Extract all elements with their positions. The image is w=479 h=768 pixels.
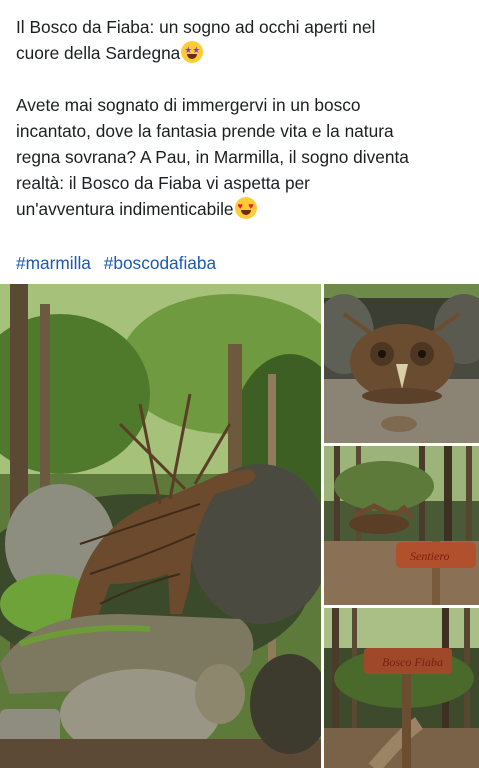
trail-sign-lettering: Bosco Fiaba (382, 655, 443, 669)
post-body-line-5: un'avventura indimenticabile ♥ ♥ (16, 196, 468, 222)
forest-trail-image-icon: Bosco Fiaba (324, 608, 479, 768)
hashtag-marmilla-link[interactable]: #marmilla (16, 253, 91, 273)
post-title-line-2: cuore della Sardegna ★ ★ (16, 40, 468, 66)
star-struck-emoji-icon: ★ ★ (181, 41, 204, 63)
photo-forest-sign-2[interactable]: Bosco Fiaba (324, 608, 479, 768)
hashtag-boscodafiaba-link[interactable]: #boscodafiaba (104, 253, 216, 273)
post-body-line-2: incantato, dove la fantasia prende vita … (16, 121, 394, 141)
forest-sign-image-icon: Sentiero (324, 446, 479, 605)
photo-owl-sculpture[interactable] (324, 284, 479, 443)
forest-sign-lettering: Sentiero (410, 549, 450, 563)
post-title-line-1: Il Bosco da Fiaba: un sogno ad occhi ape… (16, 17, 376, 37)
post-body-line-4: realtà: il Bosco da Fiaba vi aspetta per (16, 173, 310, 193)
post-text: Il Bosco da Fiaba: un sogno ad occhi ape… (16, 14, 468, 222)
photo-forest-sign[interactable]: Sentiero (324, 446, 479, 605)
post-body-line-1: Avete mai sognato di immergervi in un bo… (16, 95, 361, 115)
photo-deer-sculpture[interactable] (0, 284, 321, 768)
deer-sculpture-image-icon (0, 284, 321, 768)
owl-sculpture-image-icon (324, 284, 479, 443)
post-title-text: cuore della Sardegna (16, 43, 181, 63)
hashtag-list: #marmilla #boscodafiaba (16, 250, 224, 276)
post-body-line-3: regna sovrana? A Pau, in Marmilla, il so… (16, 147, 409, 167)
post-body-text: un'avventura indimenticabile (16, 199, 234, 219)
heart-eyes-emoji-icon: ♥ ♥ (234, 197, 257, 219)
